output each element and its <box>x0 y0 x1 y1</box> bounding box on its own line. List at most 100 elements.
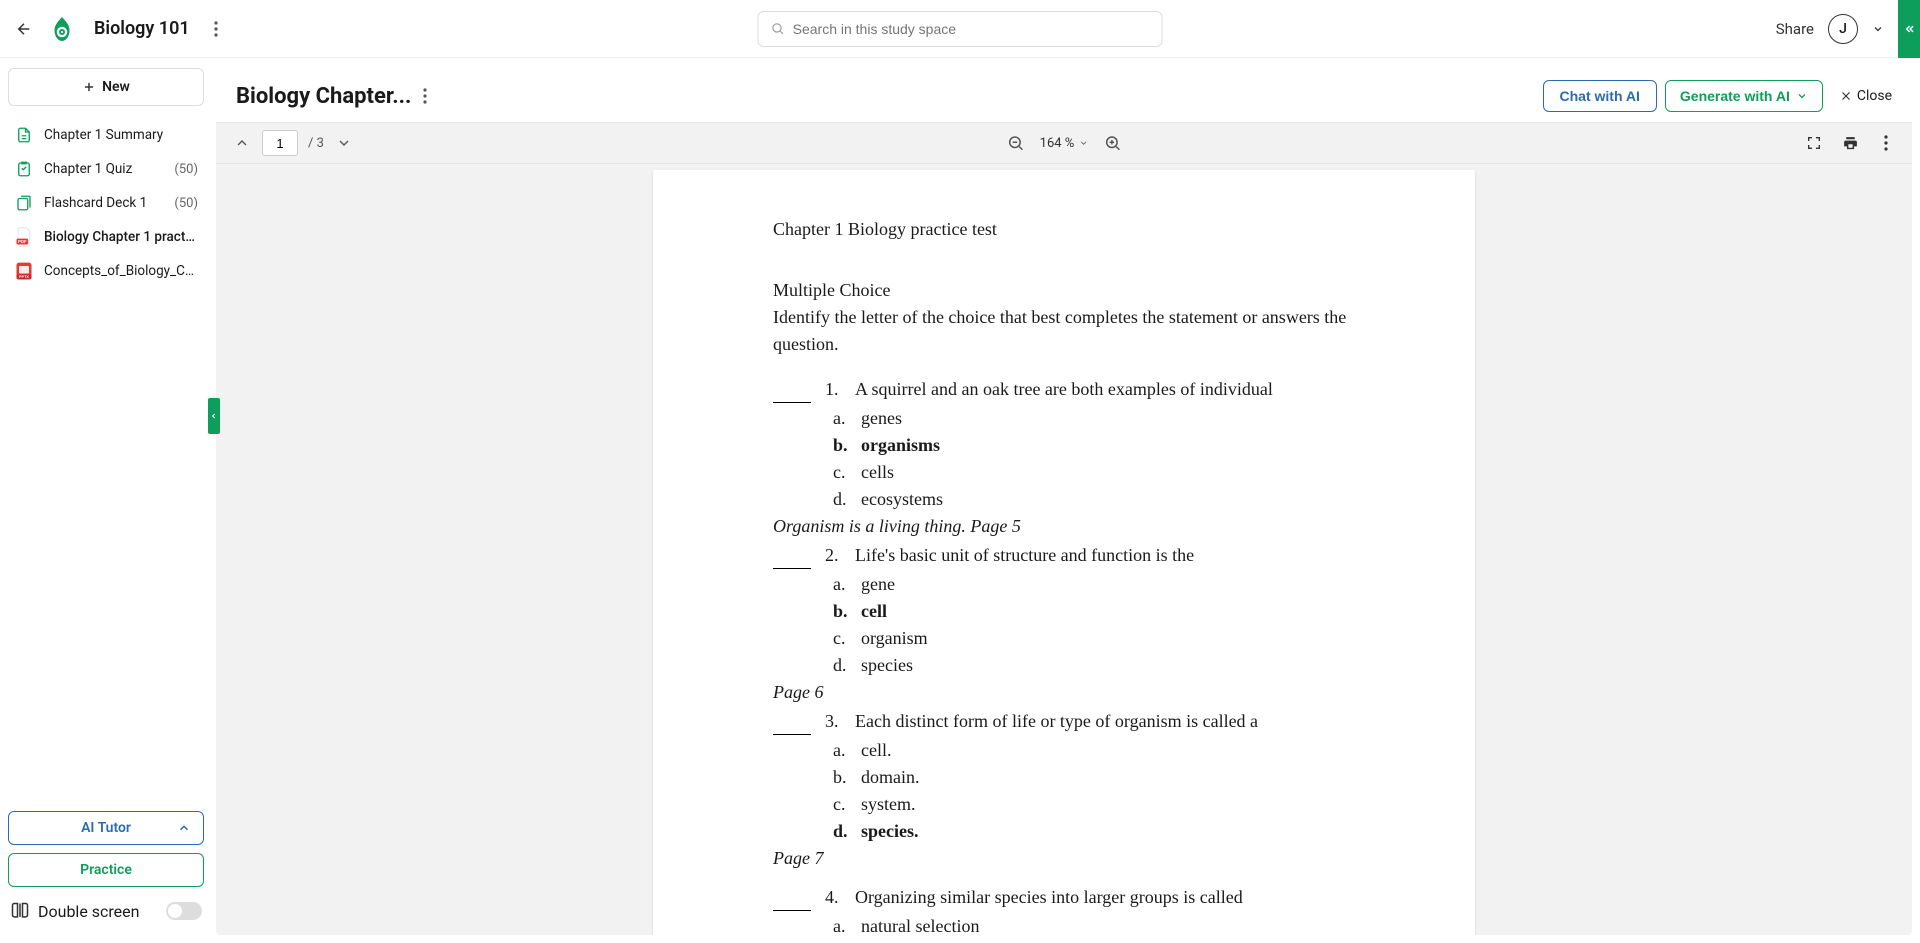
print-icon[interactable] <box>1840 133 1860 153</box>
page-total-label: / 3 <box>308 136 324 151</box>
new-button[interactable]: New <box>8 68 204 106</box>
option-row: d.ecosystems <box>833 486 1355 513</box>
search-input[interactable] <box>793 21 1150 37</box>
new-button-label: New <box>102 79 130 95</box>
option-letter: a. <box>833 405 851 432</box>
option-letter: c. <box>833 625 851 652</box>
document-header: Biology Chapter... Chat with AI Generate… <box>216 66 1912 122</box>
answer-blank <box>773 884 811 911</box>
question-text: Life's basic unit of structure and funct… <box>855 542 1194 569</box>
zoom-out-icon[interactable] <box>1006 133 1026 153</box>
pdf-icon: PDF <box>14 227 34 247</box>
question-text: Organizing similar species into larger g… <box>855 884 1243 911</box>
back-arrow-icon[interactable] <box>12 17 36 41</box>
sidebar-item-label: Flashcard Deck 1 <box>44 195 164 211</box>
option-text: species. <box>861 818 919 845</box>
option-row: c. organism <box>833 625 1355 652</box>
toolbar-right <box>1804 133 1896 153</box>
ai-tutor-button[interactable]: AI Tutor <box>8 811 204 845</box>
option-text: organism <box>861 625 928 652</box>
share-button[interactable]: Share <box>1776 20 1814 38</box>
question-row: 4. Organizing similar species into larger… <box>773 884 1355 911</box>
pdf-toolbar: / 3 164 % <box>216 122 1912 164</box>
zoom-level-dropdown[interactable]: 164 % <box>1040 136 1089 151</box>
sidebar-item-2[interactable]: Flashcard Deck 1(50) <box>6 186 206 220</box>
option-text: organisms <box>861 432 940 459</box>
avatar-initial: J <box>1839 21 1847 37</box>
question-options: a.cell.b.domain.c.system.d.species. <box>833 737 1355 845</box>
question-text: Each distinct form of life or type of or… <box>855 708 1258 735</box>
question-row: 1.A squirrel and an oak tree are both ex… <box>773 376 1355 403</box>
double-screen-toggle[interactable] <box>166 902 202 920</box>
option-text: species <box>861 652 913 679</box>
space-menu-kebab-icon[interactable] <box>206 19 226 39</box>
sidebar-item-count: (50) <box>174 162 198 177</box>
double-screen-label: Double screen <box>38 902 139 921</box>
option-text: ecosystems <box>861 486 943 513</box>
sidebar-item-label: Concepts_of_Biology_Chap... <box>44 263 198 279</box>
cards-icon <box>14 193 34 213</box>
question-note: Page 7 <box>773 845 1355 872</box>
study-space-title: Biology 101 <box>94 18 190 39</box>
option-letter: d. <box>833 818 851 845</box>
option-row: d. species. <box>833 818 1355 845</box>
document-scroll-area[interactable]: Chapter 1 Biology practice test Multiple… <box>216 164 1912 935</box>
right-panel-collapse-icon[interactable] <box>1898 0 1920 58</box>
page-number-input[interactable] <box>262 130 298 156</box>
chat-with-ai-button[interactable]: Chat with AI <box>1543 80 1657 112</box>
close-label: Close <box>1857 88 1892 104</box>
close-button[interactable]: Close <box>1839 88 1892 104</box>
question-options: a.geneb.cellc.organismd.species <box>833 571 1355 679</box>
option-text: cells <box>861 459 894 486</box>
search-box[interactable] <box>758 11 1163 47</box>
zoom-level-label: 164 % <box>1040 136 1075 151</box>
main-layout: New Chapter 1 SummaryChapter 1 Quiz(50)F… <box>0 58 1920 943</box>
generate-label: Generate with AI <box>1680 88 1790 104</box>
option-row: b.organisms <box>833 432 1355 459</box>
document-heading: Chapter 1 Biology practice test <box>773 216 1355 243</box>
sidebar-bottom: AI Tutor Practice Double screen <box>6 811 206 933</box>
toolbar-menu-kebab-icon[interactable] <box>1876 133 1896 153</box>
sidebar-item-4[interactable]: PPTXConcepts_of_Biology_Chap... <box>6 254 206 288</box>
svg-text:PDF: PDF <box>18 239 27 244</box>
page-up-icon[interactable] <box>232 133 252 153</box>
zoom-in-icon[interactable] <box>1102 133 1122 153</box>
top-header: Biology 101 Share J <box>0 0 1920 58</box>
pdf-page: Chapter 1 Biology practice test Multiple… <box>653 170 1475 935</box>
fullscreen-icon[interactable] <box>1804 133 1824 153</box>
chevron-up-icon <box>177 821 191 835</box>
option-row: a.natural selection <box>833 913 1355 935</box>
option-letter: a. <box>833 571 851 598</box>
page-down-icon[interactable] <box>334 133 354 153</box>
question-note: Organism is a living thing. Page 5 <box>773 513 1355 540</box>
sidebar-item-label: Chapter 1 Summary <box>44 127 198 143</box>
question-note: Page 6 <box>773 679 1355 706</box>
option-letter: c. <box>833 791 851 818</box>
generate-with-ai-button[interactable]: Generate with AI <box>1665 80 1823 112</box>
user-menu-chevron-icon[interactable] <box>1872 23 1884 35</box>
zoom-controls: 164 % <box>1006 133 1123 153</box>
close-icon <box>1839 89 1853 103</box>
doc-icon <box>14 125 34 145</box>
sidebar-item-3[interactable]: PDFBiology Chapter 1 practice t... <box>6 220 206 254</box>
answer-blank <box>773 376 811 403</box>
option-letter: a. <box>833 737 851 764</box>
chevron-down-icon <box>1078 138 1088 148</box>
document-title: Biology Chapter... <box>236 84 411 109</box>
option-row: a.gene <box>833 571 1355 598</box>
sidebar-collapse-handle-icon[interactable] <box>208 398 220 434</box>
question-options: a.natural selectionb.homeostasisc.classi… <box>833 913 1355 935</box>
question-number: 2. <box>825 542 845 569</box>
option-letter: a. <box>833 913 851 935</box>
sidebar-item-1[interactable]: Chapter 1 Quiz(50) <box>6 152 206 186</box>
practice-button[interactable]: Practice <box>8 853 204 887</box>
option-text: cell <box>861 598 887 625</box>
question-number: 4. <box>825 884 845 911</box>
document-actions: Chat with AI Generate with AI Close <box>1543 80 1892 112</box>
practice-label: Practice <box>80 862 132 878</box>
document-menu-kebab-icon[interactable] <box>423 88 427 104</box>
user-avatar[interactable]: J <box>1828 14 1858 44</box>
option-row: b.domain. <box>833 764 1355 791</box>
sidebar-item-0[interactable]: Chapter 1 Summary <box>6 118 206 152</box>
question-number: 1. <box>825 376 845 403</box>
